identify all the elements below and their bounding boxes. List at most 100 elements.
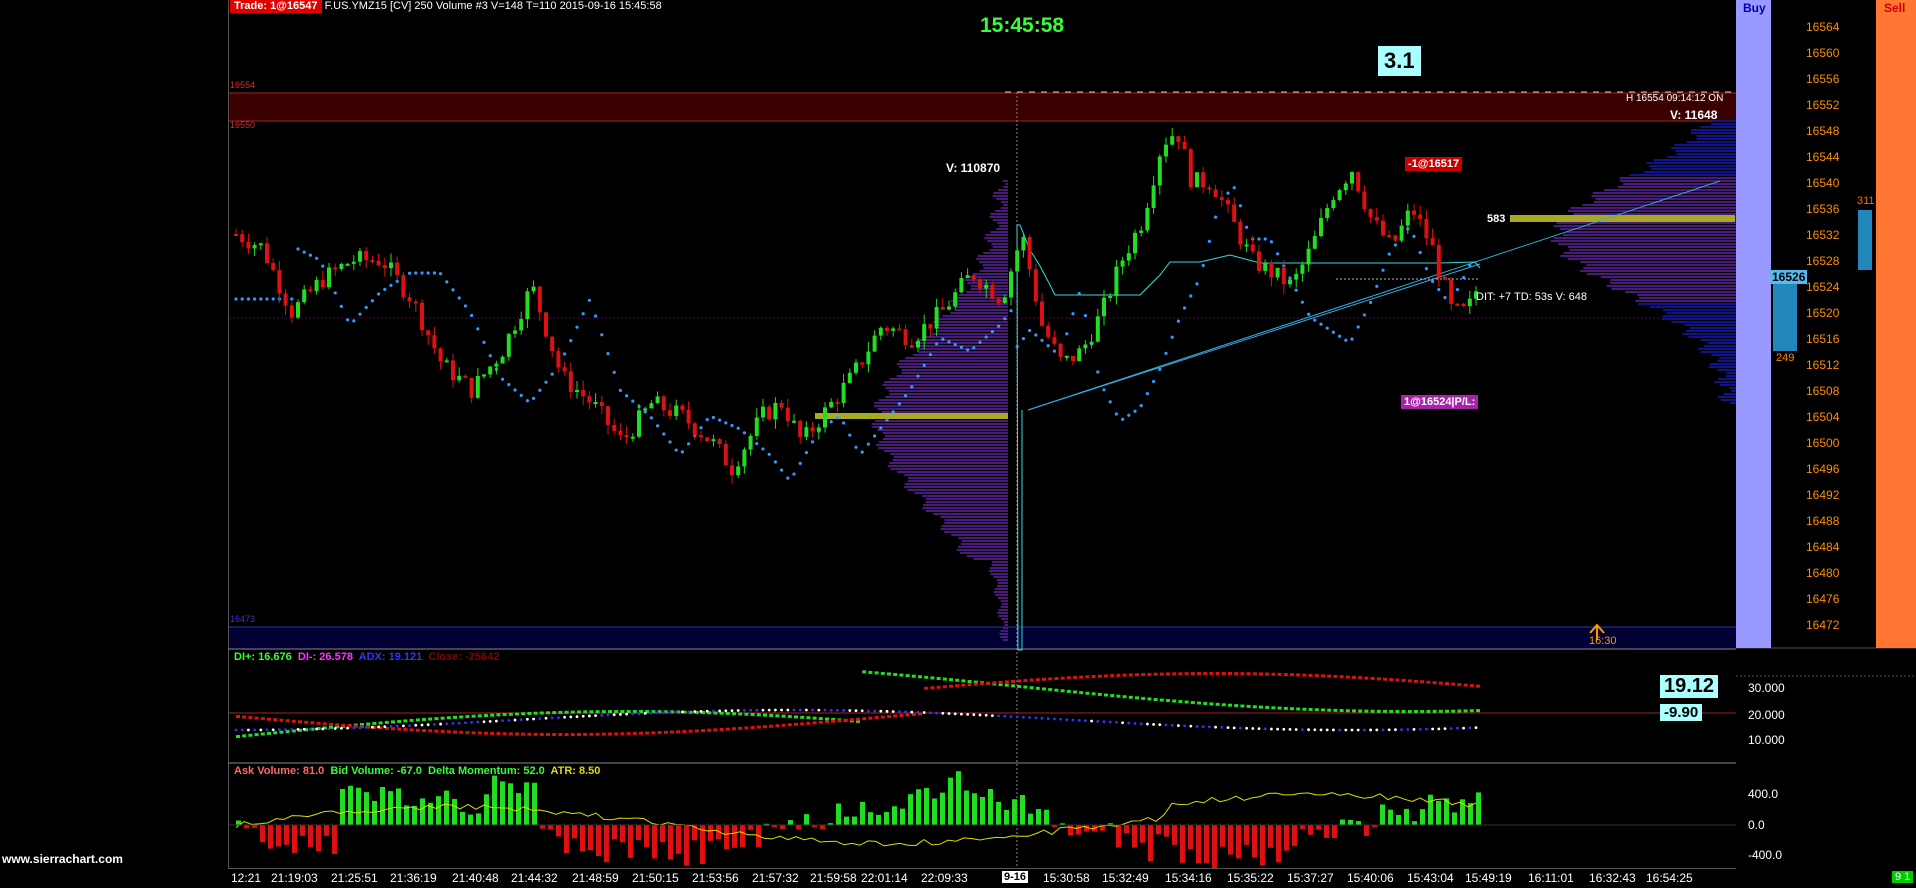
buy-column[interactable] [1736, 0, 1771, 648]
di-minus-mark [428, 729, 433, 733]
high-label: H 16554 09:14:12 ON [1626, 93, 1724, 104]
profile-bar-left [889, 393, 1008, 395]
candle-body [971, 275, 976, 280]
adx-dot [662, 711, 666, 714]
di-minus-mark [856, 717, 860, 721]
adx-dot [1437, 727, 1441, 731]
price-tick: 16532 [1806, 228, 1840, 242]
di-plus-mark [248, 733, 253, 737]
profile-bar-right [1720, 384, 1736, 386]
candle-body [841, 382, 846, 403]
volume-bar [1340, 819, 1345, 825]
candle-body [891, 328, 896, 331]
profile-bar-left [991, 564, 1008, 566]
profile-bar-right [1686, 141, 1736, 143]
profile-bar-right [1726, 372, 1736, 374]
di-plus-mark [1451, 709, 1456, 713]
di-plus-label: DI+: 16.676 [234, 651, 292, 663]
sell-column[interactable] [1876, 0, 1916, 648]
candle-body [835, 401, 840, 404]
ma-dot [897, 402, 902, 406]
candle-body [1164, 144, 1168, 157]
profile-bar-right [1717, 396, 1736, 398]
ask-volume-label: Ask Volume: 81.0 [234, 765, 325, 777]
di-minus-mark [1128, 673, 1133, 677]
candle-body [1170, 136, 1175, 145]
adx-dot [1375, 728, 1379, 732]
candle-body [1337, 190, 1342, 201]
ma-dot [866, 442, 871, 446]
candle-body [1362, 191, 1367, 210]
ma-dot [1139, 404, 1143, 408]
adx-dot [1257, 727, 1261, 731]
adx-dot [792, 708, 796, 712]
volume-bar [652, 825, 657, 859]
profile-bar-right [1611, 288, 1736, 290]
profile-bar-right [1582, 204, 1736, 206]
adx-dot [445, 722, 449, 726]
di-plus-mark [422, 718, 426, 722]
candle-body [779, 402, 784, 408]
order-label[interactable]: -1@16517 [1405, 157, 1463, 171]
di-plus-mark [570, 710, 575, 714]
profile-bar-right [1609, 282, 1736, 284]
main-chart[interactable] [0, 0, 1916, 887]
candle-body [1207, 187, 1212, 190]
adx-label: ADX: 19.121 [358, 651, 423, 663]
volume-bar [892, 806, 897, 825]
di-plus-mark [453, 715, 457, 719]
di-plus-mark [434, 717, 439, 721]
di-plus-mark [756, 713, 761, 717]
candle-body [575, 390, 579, 393]
adx-dot [1431, 727, 1434, 731]
candle-body [668, 410, 672, 417]
di-minus-mark [1389, 678, 1394, 682]
volume-bar [924, 787, 929, 825]
profile-bar-left [904, 474, 1008, 476]
ma-dot [1307, 312, 1311, 316]
adx-dot [538, 717, 542, 721]
ma-dot [829, 420, 833, 424]
di-minus-mark [1358, 676, 1363, 680]
profile-bar-right [1617, 186, 1736, 188]
di-minus-mark [1004, 680, 1009, 684]
profile-bar-right [1720, 399, 1736, 401]
price-tick: 16556 [1806, 72, 1840, 86]
candle-body [513, 330, 517, 334]
ma-dot [885, 418, 889, 422]
di-plus-mark [1122, 695, 1127, 699]
di-plus-mark [794, 715, 798, 719]
sell-label[interactable]: Sell [1884, 1, 1905, 15]
adx-dot [817, 708, 821, 712]
volume-bar [1156, 825, 1161, 835]
di-plus-mark [1457, 709, 1462, 713]
di-minus-mark [422, 729, 426, 733]
buy-label[interactable]: Buy [1743, 1, 1766, 15]
candle-body [1126, 253, 1131, 261]
corner-badge[interactable]: 9 1 [1892, 871, 1914, 883]
ma-dot [488, 354, 492, 358]
adx-dot [867, 709, 870, 713]
di-plus-mark [608, 710, 612, 714]
ma-dot [265, 297, 269, 301]
di-minus-mark [874, 716, 879, 720]
di-minus-mark [1215, 672, 1220, 676]
adx-dot [1127, 721, 1131, 725]
di-minus-mark [818, 720, 823, 724]
ma-dot [1065, 332, 1069, 336]
profile-bar-right [1674, 144, 1736, 146]
ladder-top-label: 311 [1857, 195, 1875, 207]
ma-dot [476, 327, 480, 331]
ma-dot [581, 312, 585, 316]
di-minus-mark [527, 732, 532, 736]
candle-body [1387, 235, 1392, 238]
current-price-badge: 16526 [1770, 270, 1808, 284]
di-minus-mark [310, 721, 315, 725]
candle-body [1455, 303, 1460, 306]
candle-body [376, 260, 381, 266]
di-plus-mark [632, 710, 637, 714]
ma-dot [538, 388, 542, 392]
ma-dot [1331, 330, 1335, 334]
ma-dot [928, 353, 933, 357]
profile-bar-right [1560, 255, 1736, 257]
